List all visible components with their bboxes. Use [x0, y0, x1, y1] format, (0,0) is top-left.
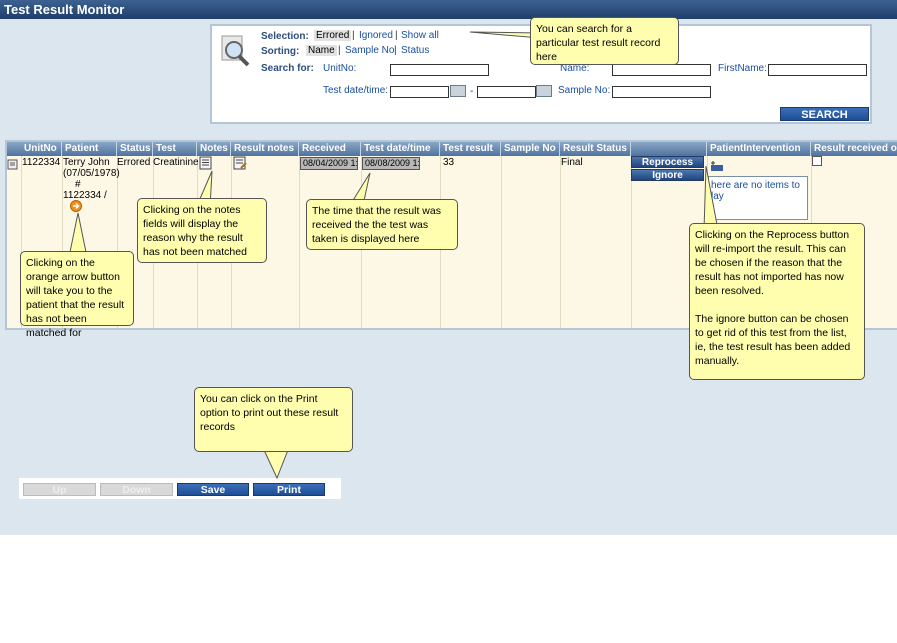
- save-button[interactable]: Save: [177, 483, 249, 496]
- sample-no-input[interactable]: [612, 86, 711, 98]
- selection-errored[interactable]: Errored: [314, 30, 352, 41]
- cell-patient-hash: #: [75, 179, 81, 190]
- test-datetime-label: Test date/time:: [323, 85, 389, 96]
- cell-test: Creatinine: [153, 157, 199, 168]
- grid-header: UnitNo Patient Status Test Notes Result …: [7, 142, 897, 156]
- separator: |: [394, 45, 397, 56]
- separator: |: [338, 45, 341, 56]
- date-separator: -: [470, 86, 474, 97]
- window-title: Test Result Monitor: [0, 0, 897, 19]
- cell-patient-name: Terry John: [63, 157, 110, 168]
- cell-test-result: 33: [443, 157, 455, 168]
- cell-patient-dob: (07/05/1978): [63, 168, 120, 179]
- orange-arrow-icon[interactable]: [70, 200, 82, 212]
- result-notes-icon[interactable]: [233, 156, 247, 170]
- col-sample-no[interactable]: Sample No: [501, 142, 560, 156]
- sorting-label: Sorting:: [261, 46, 300, 57]
- col-test[interactable]: Test: [153, 142, 197, 156]
- selection-show-all[interactable]: Show all: [401, 30, 439, 41]
- date-from-input[interactable]: [390, 86, 449, 98]
- unitno-label: UnitNo:: [323, 63, 357, 74]
- column-divider: [631, 156, 632, 328]
- sorting-sample-no[interactable]: Sample No: [345, 45, 394, 56]
- search-magnifier-icon: [221, 35, 250, 67]
- col-notes[interactable]: Notes: [197, 142, 231, 156]
- date-to-input[interactable]: [477, 86, 536, 98]
- cell-status: Errored: [117, 157, 151, 168]
- print-callout: You can click on the Print option to pri…: [194, 387, 353, 452]
- col-result-status[interactable]: Result Status: [560, 142, 631, 156]
- col-result-notes[interactable]: Result notes: [231, 142, 299, 156]
- search-button[interactable]: SEARCH: [780, 107, 869, 121]
- separator: |: [352, 30, 355, 41]
- row-document-icon[interactable]: [7, 158, 19, 170]
- notes-icon[interactable]: [199, 156, 213, 170]
- col-patient-intervention[interactable]: PatientIntervention: [707, 142, 811, 156]
- unitno-input[interactable]: [390, 64, 489, 76]
- search-callout: You can search for a particular test res…: [530, 17, 679, 65]
- notes-callout: Clicking on the notes fields will displa…: [137, 198, 267, 263]
- down-button[interactable]: Down: [100, 483, 173, 496]
- reprocess-callout: Clicking on the Reprocess button will re…: [689, 223, 865, 380]
- time-callout: The time that the result was received th…: [306, 199, 458, 250]
- column-divider: [299, 156, 300, 328]
- arrow-callout: Clicking on the orange arrow button will…: [20, 251, 134, 339]
- col-unitno[interactable]: UnitNo: [21, 142, 62, 156]
- col-patient[interactable]: Patient: [62, 142, 117, 156]
- print-button[interactable]: Print: [253, 483, 325, 496]
- col-result-received[interactable]: Result received o: [811, 142, 897, 156]
- ignore-button[interactable]: Ignore: [631, 169, 704, 181]
- intervention-icon[interactable]: [710, 160, 724, 172]
- separator: |: [395, 30, 398, 41]
- intervention-empty-text: here are no items to lay: [711, 180, 800, 202]
- selection-label: Selection:: [261, 31, 309, 42]
- firstname-label: FirstName:: [718, 63, 767, 74]
- search-for-label: Search for:: [261, 63, 314, 74]
- selection-ignored[interactable]: Ignored: [359, 30, 393, 41]
- intervention-list: here are no items to lay: [708, 176, 808, 220]
- result-received-checkbox[interactable]: [812, 156, 822, 166]
- calendar-icon[interactable]: [450, 85, 466, 97]
- column-divider: [501, 156, 502, 328]
- col-test-datetime[interactable]: Test date/time: [361, 142, 440, 156]
- calendar-icon[interactable]: [536, 85, 552, 97]
- sample-no-label: Sample No:: [558, 85, 611, 96]
- col-test-result[interactable]: Test result: [440, 142, 501, 156]
- column-divider: [560, 156, 561, 328]
- reprocess-button[interactable]: Reprocess: [631, 156, 704, 168]
- name-input[interactable]: [612, 64, 711, 76]
- up-button[interactable]: Up: [23, 483, 96, 496]
- col-status[interactable]: Status: [117, 142, 153, 156]
- col-actions: [631, 142, 707, 156]
- cell-test-datetime: 08/08/2009 1:: [362, 157, 420, 170]
- bottom-toolbar: Up Down Save Print: [19, 478, 341, 499]
- cell-received: 08/04/2009 1:: [300, 157, 358, 170]
- firstname-input[interactable]: [768, 64, 867, 76]
- cell-result-status: Final: [561, 157, 583, 168]
- cell-unitno: 1122334: [22, 157, 61, 168]
- col-received[interactable]: Received: [299, 142, 361, 156]
- sorting-name[interactable]: Name: [306, 45, 337, 56]
- sorting-status[interactable]: Status: [401, 45, 429, 56]
